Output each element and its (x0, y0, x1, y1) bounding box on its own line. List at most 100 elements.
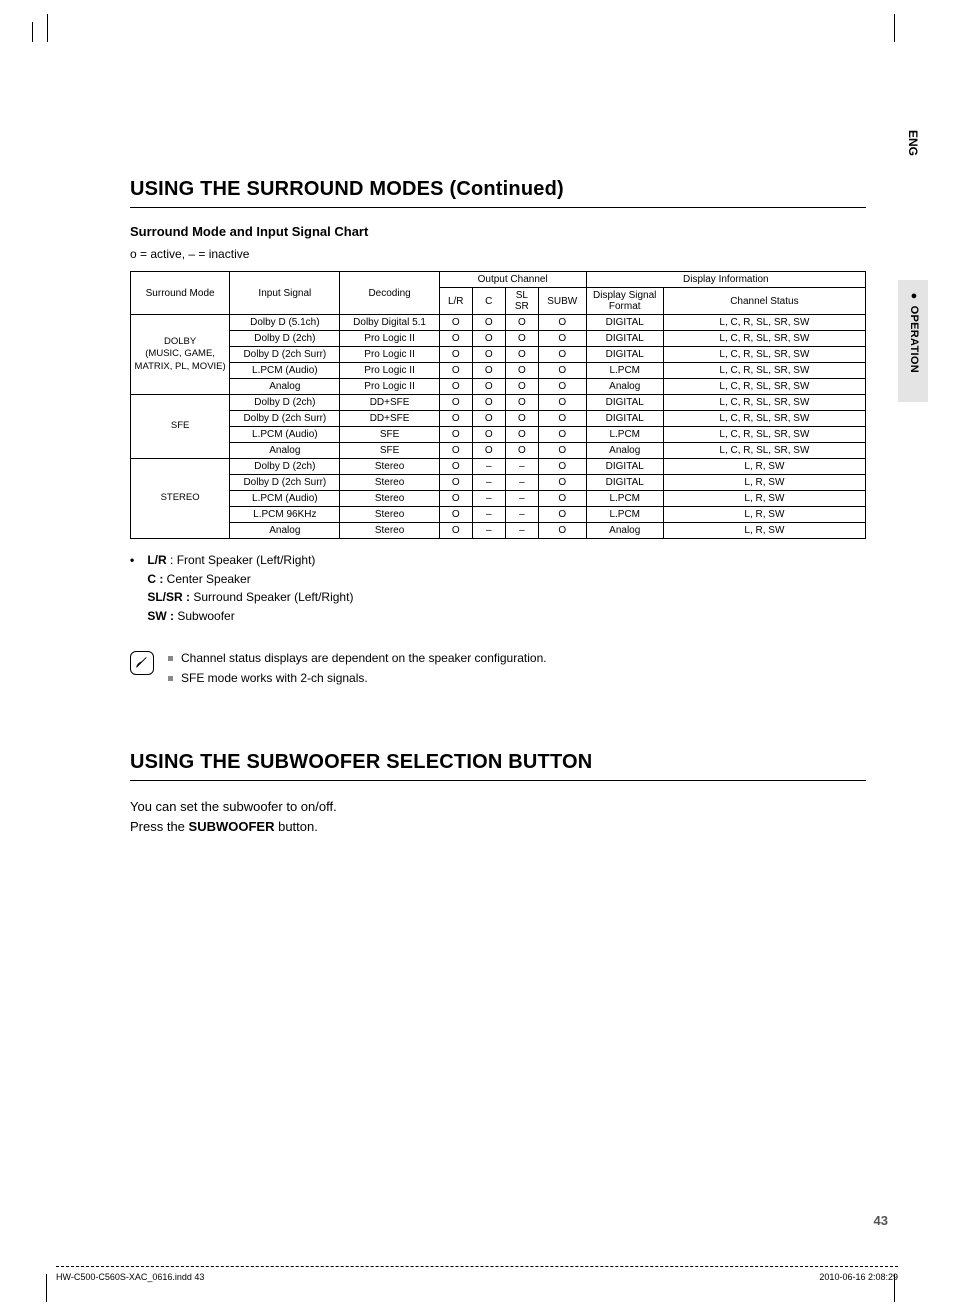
th-subw: SUBW (538, 288, 586, 315)
cell: SFE (340, 427, 439, 443)
cell: DIGITAL (586, 411, 663, 427)
cell: O (505, 427, 538, 443)
cell: – (505, 475, 538, 491)
cell: Dolby D (2ch) (230, 459, 340, 475)
cell: O (538, 427, 586, 443)
note-icon (130, 651, 154, 675)
cell: O (505, 395, 538, 411)
cell: – (472, 459, 505, 475)
cell: DIGITAL (586, 331, 663, 347)
surround-mode-table: Surround Mode Input Signal Decoding Outp… (130, 271, 866, 539)
cell: – (505, 491, 538, 507)
cell: DD+SFE (340, 395, 439, 411)
cell: Dolby D (2ch Surr) (230, 475, 340, 491)
legend-active-inactive: o = active, – = inactive (130, 247, 866, 261)
cell: Dolby D (2ch) (230, 395, 340, 411)
speaker-legend: • L/R : Front Speaker (Left/Right) C : C… (130, 551, 866, 625)
cell: L, C, R, SL, SR, SW (663, 395, 865, 411)
legend-lr-label: L/R (147, 553, 166, 567)
cell: Stereo (340, 459, 439, 475)
cell: L, C, R, SL, SR, SW (663, 363, 865, 379)
cell: SFE (340, 443, 439, 459)
cell: O (472, 363, 505, 379)
cell: L, R, SW (663, 507, 865, 523)
cell: Dolby D (2ch) (230, 331, 340, 347)
heading-rule-2 (130, 780, 866, 781)
cell: O (439, 523, 472, 539)
cell: O (538, 507, 586, 523)
table-row: AnalogSFEOOOOAnalogL, C, R, SL, SR, SW (131, 443, 866, 459)
cell: O (538, 523, 586, 539)
cell: O (538, 315, 586, 331)
cell: O (538, 395, 586, 411)
cell: O (538, 363, 586, 379)
th-display-info: Display Information (586, 272, 865, 288)
cell: O (439, 347, 472, 363)
cell: O (505, 411, 538, 427)
legend-sw-text: Subwoofer (174, 609, 235, 623)
cell: O (439, 427, 472, 443)
cell: O (472, 315, 505, 331)
cell: O (439, 491, 472, 507)
th-input-signal: Input Signal (230, 272, 340, 315)
cell: Pro Logic II (340, 331, 439, 347)
table-row: AnalogPro Logic IIOOOOAnalogL, C, R, SL,… (131, 379, 866, 395)
cell: DD+SFE (340, 411, 439, 427)
table-row: L.PCM (Audio)StereoO––OL.PCML, R, SW (131, 491, 866, 507)
subheading-chart: Surround Mode and Input Signal Chart (130, 224, 866, 239)
table-row: L.PCM (Audio)SFEOOOOL.PCML, C, R, SL, SR… (131, 427, 866, 443)
cell: Analog (230, 443, 340, 459)
cell: L, C, R, SL, SR, SW (663, 379, 865, 395)
note-1: Channel status displays are dependent on… (181, 651, 547, 665)
cell: L.PCM 96KHz (230, 507, 340, 523)
cell: O (505, 331, 538, 347)
cell: O (505, 443, 538, 459)
cell: O (439, 379, 472, 395)
th-dsf: Display Signal Format (586, 288, 663, 315)
cell: O (472, 331, 505, 347)
cell: DIGITAL (586, 395, 663, 411)
subwoofer-instruction: Press the SUBWOOFER button. (130, 817, 866, 837)
footer-timestamp: 2010-06-16 2:08:29 (819, 1272, 898, 1282)
page-number: 43 (874, 1213, 888, 1228)
cell: DIGITAL (586, 347, 663, 363)
cell: O (439, 475, 472, 491)
subwoofer-desc: You can set the subwoofer to on/off. (130, 797, 866, 817)
th-c: C (472, 288, 505, 315)
cell: L.PCM (586, 507, 663, 523)
cell: O (505, 347, 538, 363)
cell: – (472, 523, 505, 539)
note-box: Channel status displays are dependent on… (130, 651, 866, 691)
cell: O (472, 347, 505, 363)
cell: Dolby Digital 5.1 (340, 315, 439, 331)
cell: Analog (230, 379, 340, 395)
bullet-icon (168, 676, 173, 681)
cell: L, C, R, SL, SR, SW (663, 427, 865, 443)
table-row: DOLBY (MUSIC, GAME, MATRIX, PL, MOVIE)Do… (131, 315, 866, 331)
cell: O (505, 315, 538, 331)
table-row: Dolby D (2ch Surr)DD+SFEOOOODIGITALL, C,… (131, 411, 866, 427)
cell: L, C, R, SL, SR, SW (663, 443, 865, 459)
cell: O (472, 379, 505, 395)
cell: O (439, 395, 472, 411)
side-language-label: ENG (906, 130, 920, 156)
footer-filename: HW-C500-C560S-XAC_0616.indd 43 (56, 1272, 204, 1282)
cell: DIGITAL (586, 459, 663, 475)
table-row: Dolby D (2ch)Pro Logic IIOOOODIGITALL, C… (131, 331, 866, 347)
legend-c-text: Center Speaker (163, 572, 250, 586)
cell: Stereo (340, 507, 439, 523)
cell: L, C, R, SL, SR, SW (663, 331, 865, 347)
cell: L, R, SW (663, 459, 865, 475)
cell: – (472, 491, 505, 507)
cell: O (472, 395, 505, 411)
cell: O (439, 411, 472, 427)
cell: Analog (230, 523, 340, 539)
cell: Pro Logic II (340, 363, 439, 379)
cell: Analog (586, 379, 663, 395)
cell: O (472, 411, 505, 427)
cell: O (472, 443, 505, 459)
cell: O (538, 443, 586, 459)
footer: HW-C500-C560S-XAC_0616.indd 43 2010-06-1… (56, 1266, 898, 1286)
th-output-channel: Output Channel (439, 272, 586, 288)
cell: Stereo (340, 491, 439, 507)
